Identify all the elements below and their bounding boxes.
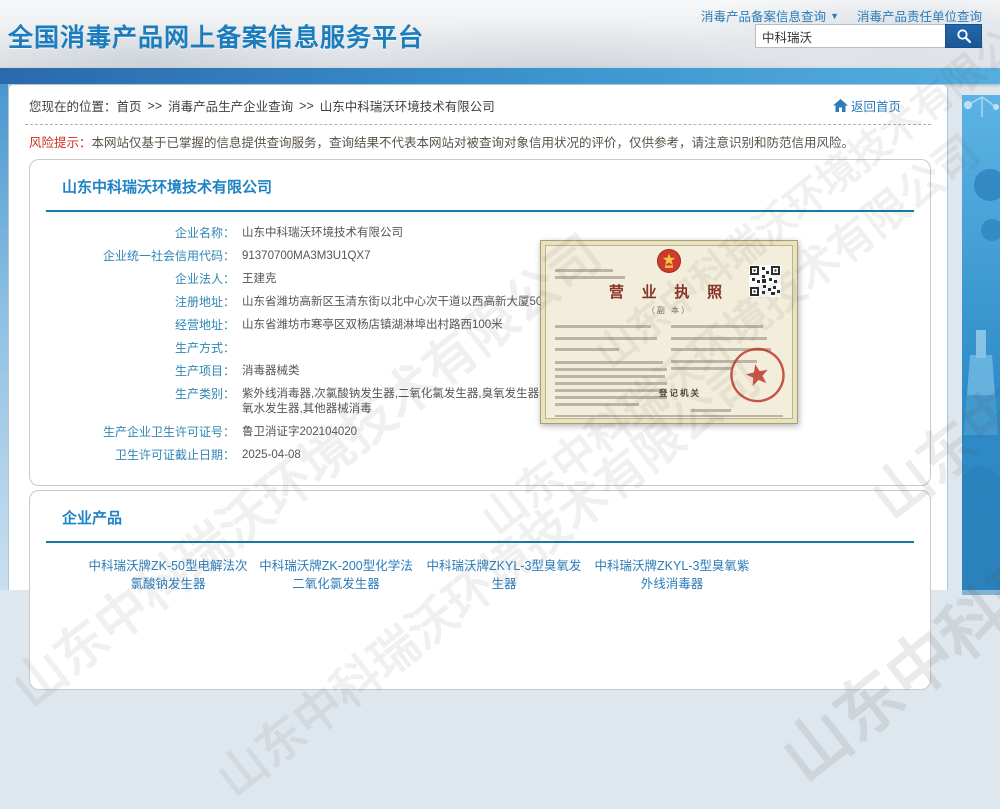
breadcrumb-home-link[interactable]: 首页 — [117, 96, 142, 115]
field-value: 山东省潍坊市寒亭区双杨店镇湖淋埠出村路西100米 — [242, 318, 503, 333]
section-rule — [46, 210, 914, 212]
field-value: 鲁卫消证字202104020 — [242, 425, 357, 440]
header-accent-bar — [0, 68, 1000, 84]
top-nav: 消毒产品备案信息查询 ▼ 消毒产品责任单位查询 — [701, 6, 982, 25]
field-value: 山东中科瑞沃环境技术有限公司 — [242, 226, 403, 241]
field-label: 生产项目： — [30, 364, 235, 379]
products-card: 企业产品 中科瑞沃牌ZK-50型电解法次氯酸钠发生器 中科瑞沃牌ZK-200型化… — [29, 490, 931, 690]
field-row: 生产企业卫生许可证号： 鲁卫消证字202104020 — [30, 425, 930, 440]
qr-code — [749, 265, 781, 302]
field-label: 生产方式： — [30, 341, 235, 356]
field-label: 生产企业卫生许可证号： — [30, 425, 235, 440]
product-list: 中科瑞沃牌ZK-50型电解法次氯酸钠发生器 中科瑞沃牌ZK-200型化学法二氧化… — [88, 557, 930, 593]
product-link[interactable]: 中科瑞沃牌ZKYL-3型臭氧紫外线消毒器 — [592, 557, 752, 593]
field-label: 卫生许可证截止日期： — [30, 448, 235, 463]
search-icon — [956, 28, 972, 44]
products-title: 企业产品 — [62, 507, 930, 528]
breadcrumb-separator: >> — [299, 99, 314, 113]
page-header: 全国消毒产品网上备案信息服务平台 消毒产品备案信息查询 ▼ 消毒产品责任单位查询 — [0, 0, 1000, 68]
breadcrumb: 您现在的位置： 首页 >> 消毒产品生产企业查询 >> 山东中科瑞沃环境技术有限… — [9, 85, 947, 122]
product-link[interactable]: 中科瑞沃牌ZKYL-3型臭氧发生器 — [424, 557, 584, 593]
section-rule — [46, 541, 914, 543]
field-row: 卫生许可证截止日期： 2025-04-08 — [30, 448, 930, 463]
field-label: 经营地址： — [30, 318, 235, 333]
field-value: 消毒器械类 — [242, 364, 300, 379]
left-background-strip — [0, 84, 8, 590]
risk-notice-label: 风险提示： — [29, 136, 92, 150]
company-info-card: 山东中科瑞沃环境技术有限公司 企业名称： 山东中科瑞沃环境技术有限公司 企业统一社… — [29, 159, 931, 486]
company-title: 山东中科瑞沃环境技术有限公司 — [62, 176, 930, 197]
risk-notice-text: 本网站仅基于已掌握的信息提供查询服务，查询结果不代表本网站对被查询对象信用状况的… — [92, 136, 855, 150]
breadcrumb-enterprise-query-link[interactable]: 消毒产品生产企业查询 — [168, 96, 293, 115]
license-subtitle: （副 本） — [541, 305, 797, 316]
field-value: 王建克 — [242, 272, 277, 287]
nav-responsible-unit-query[interactable]: 消毒产品责任单位查询 — [857, 6, 982, 25]
field-value: 紫外线消毒器,次氯酸钠发生器,二氧化氯发生器,臭氧发生器、臭氧水发生器,其他器械… — [242, 387, 572, 417]
field-label: 企业名称： — [30, 226, 235, 241]
divider — [25, 124, 931, 125]
search-input[interactable] — [755, 24, 945, 48]
breadcrumb-current: 山东中科瑞沃环境技术有限公司 — [320, 96, 495, 115]
risk-notice: 风险提示：本网站仅基于已掌握的信息提供查询服务，查询结果不代表本网站对被查询对象… — [29, 135, 929, 151]
chevron-down-icon: ▼ — [830, 11, 839, 21]
red-seal-icon — [723, 341, 793, 415]
field-label: 企业统一社会信用代码： — [30, 249, 235, 264]
back-home-label: 返回首页 — [851, 96, 901, 115]
nav-record-info-query[interactable]: 消毒产品备案信息查询 ▼ — [701, 6, 839, 25]
field-label: 企业法人： — [30, 272, 235, 287]
field-value: 91370700MA3M3U1QX7 — [242, 249, 371, 264]
field-label: 注册地址： — [30, 295, 235, 310]
back-home-link[interactable]: 返回首页 — [833, 96, 901, 115]
search-button[interactable] — [945, 24, 982, 48]
breadcrumb-prefix: 您现在的位置： — [29, 96, 117, 115]
product-link[interactable]: 中科瑞沃牌ZK-200型化学法二氧化氯发生器 — [256, 557, 416, 593]
site-title: 全国消毒产品网上备案信息服务平台 — [8, 18, 424, 54]
nav-link-label: 消毒产品备案信息查询 — [701, 6, 826, 25]
product-link[interactable]: 中科瑞沃牌ZK-50型电解法次氯酸钠发生器 — [88, 557, 248, 593]
breadcrumb-separator: >> — [148, 99, 163, 113]
search-bar — [755, 24, 982, 48]
business-license-image: 营 业 执 照 （副 本） — [540, 240, 798, 424]
chemistry-background-image — [962, 95, 1000, 590]
field-row: 企业名称： 山东中科瑞沃环境技术有限公司 — [30, 226, 930, 241]
nav-link-label: 消毒产品责任单位查询 — [857, 6, 982, 25]
field-label: 生产类别： — [30, 387, 235, 417]
license-footer-label: 登记机关 — [659, 387, 701, 399]
main-content-panel: 您现在的位置： 首页 >> 消毒产品生产企业查询 >> 山东中科瑞沃环境技术有限… — [8, 84, 948, 590]
field-value: 山东省潍坊高新区玉清东街以北中心次干道以西高新大厦502房间 — [242, 295, 572, 310]
field-value: 2025-04-08 — [242, 448, 301, 463]
home-icon — [833, 99, 848, 112]
national-emblem-icon — [656, 248, 682, 279]
